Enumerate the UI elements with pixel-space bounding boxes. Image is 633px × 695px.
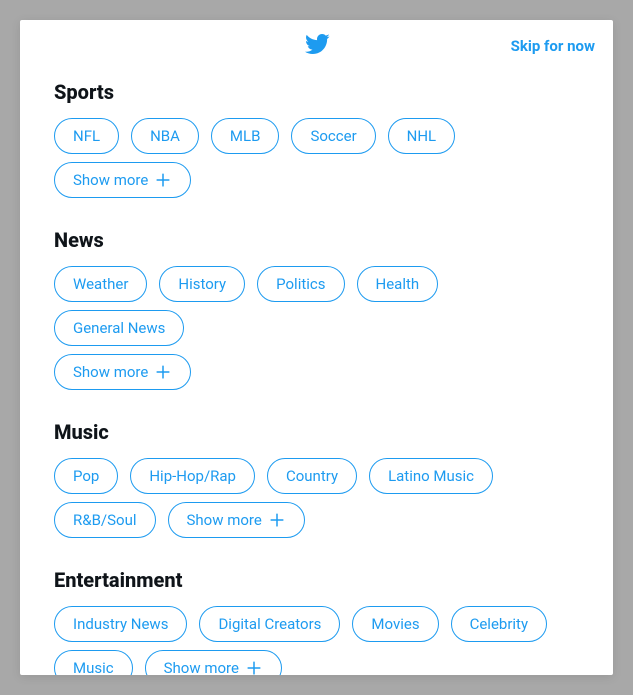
show-more-label: Show more bbox=[73, 363, 148, 381]
show-more-button[interactable]: Show more bbox=[145, 650, 282, 675]
topic-pill-label: Hip-Hop/Rap bbox=[149, 467, 236, 485]
show-more-button[interactable]: Show more bbox=[168, 502, 305, 538]
plus-icon bbox=[268, 511, 286, 529]
category-section: News Weather History Politics Health General … bbox=[54, 228, 579, 390]
topic-pill[interactable]: Digital Creators bbox=[199, 606, 340, 642]
topic-pill-label: Music bbox=[73, 659, 114, 675]
category-section: Sports NFL NBA MLB Soccer NHL Show more bbox=[54, 80, 579, 198]
topic-pill[interactable]: Latino Music bbox=[369, 458, 493, 494]
topic-pill-label: Health bbox=[376, 275, 420, 293]
topic-pill-label: Politics bbox=[276, 275, 325, 293]
topic-pill-label: General News bbox=[73, 319, 165, 337]
topic-pill-row: Show more bbox=[54, 354, 579, 390]
topic-pill-label: Digital Creators bbox=[218, 615, 321, 633]
topic-pill-label: Latino Music bbox=[388, 467, 474, 485]
categories-scroll-area[interactable]: Sports NFL NBA MLB Soccer NHL Show more News Wea… bbox=[20, 72, 613, 675]
show-more-button[interactable]: Show more bbox=[54, 162, 191, 198]
topic-pill[interactable]: Music bbox=[54, 650, 133, 675]
topic-pill-row: Industry News Digital Creators Movies Celeb… bbox=[54, 606, 579, 675]
plus-icon bbox=[245, 659, 263, 675]
topic-pill[interactable]: NHL bbox=[388, 118, 455, 154]
show-more-label: Show more bbox=[73, 171, 148, 189]
topic-pill[interactable]: Industry News bbox=[54, 606, 187, 642]
topic-pill-label: Soccer bbox=[310, 127, 356, 145]
topic-pill-label: Country bbox=[286, 467, 338, 485]
topic-pill-row: Weather History Politics Health General News bbox=[54, 266, 579, 346]
topic-pill[interactable]: NBA bbox=[131, 118, 199, 154]
category-title: News bbox=[54, 228, 579, 252]
topic-pill[interactable]: Hip-Hop/Rap bbox=[130, 458, 255, 494]
topic-pill[interactable]: Soccer bbox=[291, 118, 375, 154]
topic-pill-label: NFL bbox=[73, 127, 100, 145]
topic-pill-label: Weather bbox=[73, 275, 128, 293]
plus-icon bbox=[154, 171, 172, 189]
topic-pill-label: Pop bbox=[73, 467, 99, 485]
topic-pill[interactable]: Weather bbox=[54, 266, 147, 302]
topic-pill[interactable]: General News bbox=[54, 310, 184, 346]
topic-pill-row: Show more bbox=[54, 162, 579, 198]
topic-pill[interactable]: Politics bbox=[257, 266, 344, 302]
topic-pill-label: Industry News bbox=[73, 615, 168, 633]
topic-pill-row: Pop Hip-Hop/Rap Country Latino Music R&B/Sou… bbox=[54, 458, 579, 538]
skip-label: Skip for now bbox=[511, 37, 595, 55]
category-title: Music bbox=[54, 420, 579, 444]
show-more-label: Show more bbox=[187, 511, 262, 529]
topic-pill-label: Movies bbox=[371, 615, 419, 633]
modal-header: Skip for now bbox=[20, 20, 613, 72]
category-title: Entertainment bbox=[54, 568, 579, 592]
onboarding-topics-modal: Skip for now Sports NFL NBA MLB Soccer NHL Sho… bbox=[20, 20, 613, 675]
topic-pill-label: R&B/Soul bbox=[73, 511, 137, 529]
topic-pill-label: History bbox=[178, 275, 226, 293]
topic-pill-label: MLB bbox=[230, 127, 261, 145]
topic-pill[interactable]: Movies bbox=[352, 606, 438, 642]
category-title: Sports bbox=[54, 80, 579, 104]
topic-pill-label: Celebrity bbox=[470, 615, 528, 633]
plus-icon bbox=[154, 363, 172, 381]
topic-pill-label: NHL bbox=[407, 127, 436, 145]
topic-pill[interactable]: NFL bbox=[54, 118, 119, 154]
twitter-logo-icon bbox=[304, 31, 330, 61]
topic-pill-row: NFL NBA MLB Soccer NHL bbox=[54, 118, 579, 154]
topic-pill[interactable]: Celebrity bbox=[451, 606, 547, 642]
show-more-label: Show more bbox=[164, 659, 239, 675]
topic-pill-label: NBA bbox=[150, 127, 180, 145]
topic-pill[interactable]: Health bbox=[357, 266, 439, 302]
category-section: Entertainment Industry News Digital Creato… bbox=[54, 568, 579, 675]
topic-pill[interactable]: R&B/Soul bbox=[54, 502, 156, 538]
skip-for-now-button[interactable]: Skip for now bbox=[511, 20, 595, 72]
topic-pill[interactable]: Country bbox=[267, 458, 357, 494]
topic-pill[interactable]: History bbox=[159, 266, 245, 302]
category-section: Music Pop Hip-Hop/Rap Country Latino Music R&… bbox=[54, 420, 579, 538]
topic-pill[interactable]: Pop bbox=[54, 458, 118, 494]
topic-pill[interactable]: MLB bbox=[211, 118, 280, 154]
show-more-button[interactable]: Show more bbox=[54, 354, 191, 390]
